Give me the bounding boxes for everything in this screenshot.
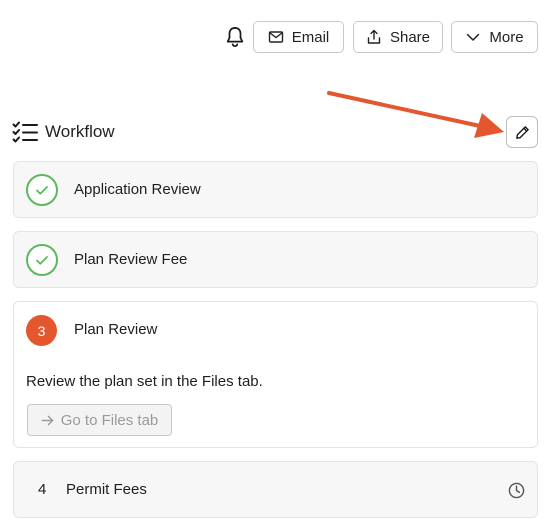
bell-icon[interactable] <box>224 25 246 49</box>
share-button-label: Share <box>389 28 431 46</box>
workflow-step-plan-review-fee[interactable]: Plan Review Fee <box>13 231 538 288</box>
email-button-label: Email <box>291 28 330 46</box>
more-button[interactable]: More <box>451 21 538 53</box>
workflow-step-permit-fees[interactable]: 4 Permit Fees <box>13 461 538 518</box>
workflow-title: Workflow <box>45 122 115 141</box>
step-number-badge: 3 <box>26 315 57 346</box>
go-to-files-tab-button[interactable]: Go to Files tab <box>27 404 172 436</box>
more-button-label: More <box>489 28 524 46</box>
chevron-down-icon <box>467 33 480 41</box>
step-label: Plan Review <box>74 321 158 338</box>
share-button[interactable]: Share <box>353 21 443 53</box>
step-label: Permit Fees <box>66 481 147 498</box>
edit-workflow-button[interactable] <box>506 116 538 148</box>
step-label: Plan Review Fee <box>74 251 188 268</box>
step-description: Review the plan set in the Files tab. <box>26 373 263 390</box>
clock-icon <box>508 482 525 499</box>
check-icon <box>26 174 58 206</box>
envelope-icon <box>268 31 283 43</box>
email-button[interactable]: Email <box>253 21 344 53</box>
check-icon <box>26 244 58 276</box>
share-icon <box>367 29 381 44</box>
step-number: 4 <box>38 481 47 498</box>
workflow-step-application-review[interactable]: Application Review <box>13 161 538 218</box>
workflow-step-plan-review: 3 Plan Review Review the plan set in the… <box>13 301 538 448</box>
pencil-icon <box>515 125 529 139</box>
go-to-files-tab-label: Go to Files tab <box>60 411 159 429</box>
arrow-right-icon <box>41 415 54 425</box>
step-label: Application Review <box>74 181 201 198</box>
checklist-icon <box>12 121 38 143</box>
